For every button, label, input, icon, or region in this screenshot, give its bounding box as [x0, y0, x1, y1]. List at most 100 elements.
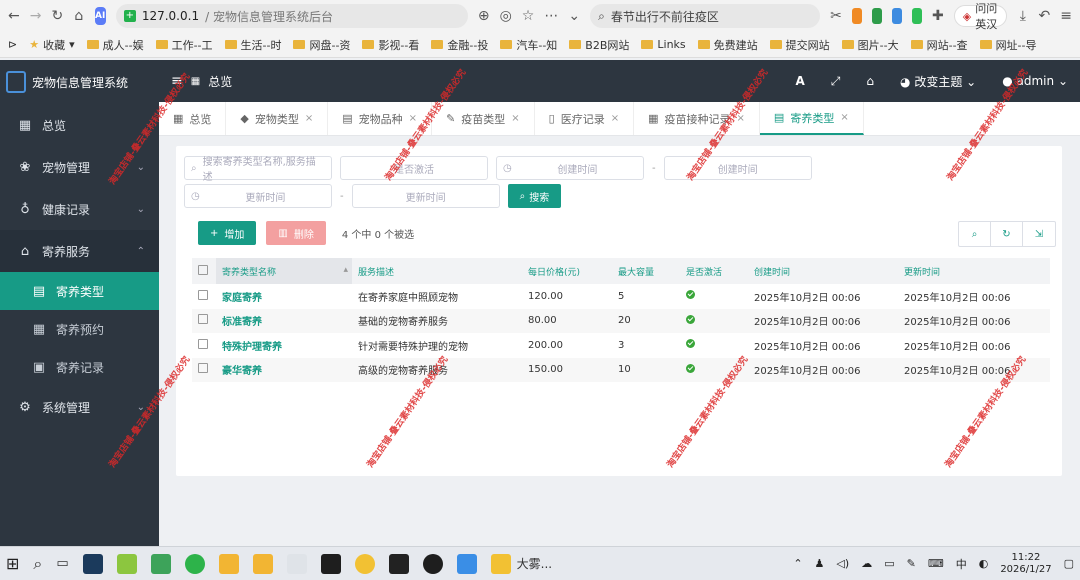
active-select[interactable]: 是否激活 [340, 156, 488, 180]
folder-icon[interactable] [252, 553, 273, 574]
delete-button[interactable]: ▥ 删除 [266, 221, 326, 245]
table-row[interactable]: 豪华寄养 高级的宠物寄养服务 150.00 10 2025年10月2日 00:0… [192, 357, 1050, 382]
tab-vaccination-records[interactable]: ▦ 疫苗接种记录 × [634, 102, 760, 135]
sidebar-item-health[interactable]: ♁ 健康记录 ⌄ [0, 188, 159, 230]
updated-end-input[interactable]: 更新时间 [351, 184, 500, 208]
bookmark-folder[interactable]: 金融--投 [431, 37, 488, 53]
ime-indicator[interactable]: 中 [956, 556, 967, 572]
volume-icon[interactable]: ◁) [836, 557, 849, 570]
bookmark-folder[interactable]: 成人--娱 [86, 37, 144, 53]
search-button[interactable]: ⌕ 搜索 [507, 184, 562, 208]
forward-icon[interactable]: → [30, 7, 42, 25]
network-icon[interactable]: ♟ [815, 557, 825, 570]
close-icon[interactable]: × [611, 113, 619, 124]
bookmark-folder[interactable]: 汽车--知 [500, 37, 557, 53]
close-icon[interactable]: × [840, 112, 848, 123]
bookmark-folder[interactable]: 免费建站 [697, 37, 758, 53]
star-icon[interactable]: ☆ [522, 7, 535, 25]
sidebar-item-system[interactable]: ⚙ 系统管理 ⌄ [0, 386, 159, 428]
browser-search[interactable]: ⌕ 春节出行不前往疫区 [590, 4, 821, 28]
sidebar-item-boarding-types[interactable]: ▤ 寄养类型 [0, 272, 159, 310]
download-icon[interactable]: ⤓ [1017, 7, 1028, 25]
created-end-input[interactable]: 创建时间 [663, 156, 812, 180]
browser-icon[interactable] [184, 553, 205, 574]
terminal-icon[interactable] [388, 553, 409, 574]
ime-mode-icon[interactable]: ◐ [979, 557, 989, 570]
table-row[interactable]: 家庭寄养 在寄养家庭中照顾宠物 120.00 5 2025年10月2日 00:0… [192, 284, 1050, 309]
bookmark-folder[interactable]: 图片--大 [841, 37, 899, 53]
qq-icon[interactable] [422, 553, 443, 574]
menu-icon[interactable]: ≡ [1060, 7, 1072, 25]
tab-pet-types[interactable]: ◆ 宠物类型 × [226, 102, 329, 135]
chevron-up-icon[interactable]: ⌃ [793, 557, 802, 570]
table-row[interactable]: 特殊护理寄养 针对需要特殊护理的宠物 200.00 3 2025年10月2日 0… [192, 333, 1050, 358]
scissors-icon[interactable]: ✂ [830, 7, 842, 25]
back-icon[interactable]: ← [8, 7, 20, 25]
folder-icon[interactable] [218, 553, 239, 574]
cell-name[interactable]: 特殊护理寄养 [216, 333, 352, 358]
battery-icon[interactable]: ▭ [884, 557, 894, 570]
bookmark-folder[interactable]: 工作--工 [155, 37, 213, 53]
sidebar-item-boarding[interactable]: ⌂ 寄养服务 ⌃ [0, 230, 159, 272]
column-header-created[interactable]: 创建时间 [748, 258, 898, 284]
topbar-home-link[interactable]: 总览 [208, 73, 232, 90]
cloud-icon[interactable]: ☁ [861, 557, 872, 570]
tab-medical-records[interactable]: ▯ 医疗记录 × [535, 102, 635, 135]
bookmark-folder[interactable]: B2B网站 [569, 37, 629, 53]
fox-extension-icon[interactable] [851, 8, 862, 24]
bookmark-folder[interactable]: 网站--查 [910, 37, 968, 53]
add-button[interactable]: + 增加 [198, 221, 257, 245]
refresh-icon[interactable]: ↻ [991, 222, 1023, 246]
home-icon[interactable]: ⌂ [866, 74, 874, 88]
taskbar-app[interactable]: 大雾... [490, 553, 552, 574]
hamburger-icon[interactable]: ≡ [171, 73, 183, 89]
app-icon[interactable] [354, 553, 375, 574]
close-icon[interactable]: × [409, 113, 417, 124]
download-extension-icon[interactable] [871, 8, 882, 24]
bookmark-folder[interactable]: 影视--看 [362, 37, 419, 53]
task-view-icon[interactable]: ▭ [56, 556, 68, 571]
user-menu[interactable]: ● admin ⌄ [1002, 74, 1068, 88]
table-row[interactable]: 标准寄养 基础的宠物寄养服务 80.00 20 2025年10月2日 00:06… [192, 308, 1050, 333]
system-clock[interactable]: 11:22 2026/1/27 [1000, 552, 1051, 576]
tab-overview[interactable]: ▦ 总览 [159, 102, 227, 135]
tab-vaccine-types[interactable]: ✎ 疫苗类型 × [432, 102, 535, 135]
keyword-search-input[interactable]: ⌕ 搜索寄养类型名称,服务描述 [184, 156, 332, 183]
row-checkbox[interactable] [198, 363, 208, 374]
photoshop-icon[interactable] [82, 553, 103, 574]
close-icon[interactable]: × [511, 113, 519, 124]
home-icon[interactable]: ⌂ [73, 7, 84, 25]
updated-start-input[interactable]: ◷ 更新时间 [184, 184, 332, 208]
sidebar-item-boarding-records[interactable]: ▣ 寄养记录 [0, 348, 159, 386]
wechat-extension-icon[interactable] [911, 8, 922, 24]
notification-icon[interactable]: ▢ [1064, 557, 1074, 570]
reload-icon[interactable]: ↻ [51, 7, 63, 25]
row-checkbox[interactable] [198, 289, 208, 300]
location-icon[interactable]: ◎ [500, 7, 512, 25]
fullscreen-icon[interactable]: ⤢ [831, 74, 841, 89]
close-icon[interactable]: × [737, 113, 745, 124]
tab-pet-breeds[interactable]: ▤ 宠物品种 × [328, 102, 433, 135]
undo-icon[interactable]: ↶ [1039, 7, 1051, 25]
bookmark-folder[interactable]: 网址--导 [979, 37, 1037, 53]
document-icon[interactable] [286, 553, 307, 574]
puzzle-icon[interactable]: ✚ [932, 7, 944, 25]
theme-switcher[interactable]: ◕ 改变主题 ⌄ [900, 73, 976, 90]
search-toggle-icon[interactable]: ⌕ [959, 222, 991, 246]
zoom-icon[interactable]: ⊕ [478, 7, 490, 25]
bookmark-folder[interactable]: 网盘--资 [293, 37, 350, 53]
translate-extension-icon[interactable] [891, 8, 902, 24]
cell-name[interactable]: 豪华寄养 [216, 357, 352, 382]
translate-button[interactable]: ◈ 问问英汉 [953, 2, 1008, 31]
address-bar[interactable]: + 127.0.0.1 / 宠物信息管理系统后台 [115, 4, 468, 28]
windows-start-icon[interactable]: ⊞ [6, 554, 19, 573]
app-icon[interactable] [456, 553, 477, 574]
bookmark-folder[interactable]: 提交网站 [769, 37, 830, 53]
row-checkbox[interactable] [198, 338, 208, 349]
column-header-desc[interactable]: 服务描述 [352, 258, 522, 284]
more-icon[interactable]: ⋯ [544, 7, 558, 25]
sidebar-item-overview[interactable]: ▦ 总览 [0, 104, 159, 146]
notes-icon[interactable] [116, 553, 137, 574]
search-icon[interactable]: ⌕ [33, 554, 42, 574]
sidebar-toggle-icon[interactable]: ⊳ [8, 38, 17, 51]
